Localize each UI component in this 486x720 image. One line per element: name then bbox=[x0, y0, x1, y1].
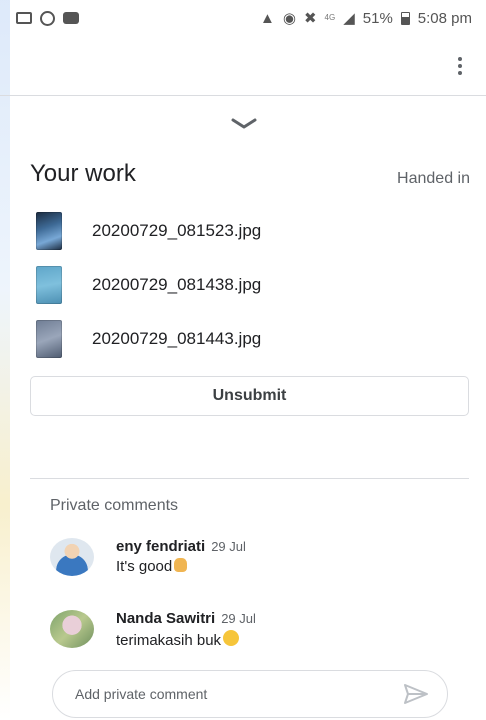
whatsapp-icon bbox=[40, 10, 55, 26]
image-thumbnail bbox=[36, 266, 62, 304]
comment-author: Nanda Sawitri bbox=[116, 610, 216, 627]
comment-text: terimakasih buk bbox=[116, 632, 222, 649]
status-bar: ▲ ◉ ✖ 4G ◢ 51% 5:08 pm bbox=[0, 0, 486, 36]
comment-date: 29 Jul bbox=[221, 611, 256, 626]
network-4g-icon: 4G bbox=[324, 13, 336, 22]
your-work-title: Your work bbox=[30, 160, 136, 187]
youtube-icon bbox=[63, 12, 79, 24]
avatar[interactable] bbox=[50, 610, 94, 648]
battery-percent: 51% bbox=[362, 9, 393, 27]
attachment-item[interactable]: 20200729_081523.jpg bbox=[36, 204, 456, 258]
comment-item: Nanda Sawitri 29 Jul terimakasih buk bbox=[50, 610, 450, 649]
app-bar bbox=[0, 36, 486, 96]
comment-date: 29 Jul bbox=[211, 539, 246, 554]
comment-text-row: It's good bbox=[116, 558, 246, 575]
attachment-name: 20200729_081523.jpg bbox=[92, 221, 262, 240]
private-comment-input[interactable] bbox=[73, 685, 401, 703]
battery-icon bbox=[400, 11, 410, 25]
more-vert-icon[interactable] bbox=[450, 52, 470, 80]
private-comment-field bbox=[52, 670, 448, 718]
status-left-icons bbox=[16, 10, 79, 26]
comment-header: Nanda Sawitri 29 Jul bbox=[116, 610, 256, 627]
attachment-name: 20200729_081438.jpg bbox=[92, 275, 262, 294]
attachment-name: 20200729_081443.jpg bbox=[92, 329, 262, 348]
clock: 5:08 pm bbox=[417, 9, 472, 27]
location-icon: ◉ bbox=[282, 9, 296, 27]
attachment-item[interactable]: 20200729_081443.jpg bbox=[36, 312, 456, 366]
comment-header: eny fendriati 29 Jul bbox=[116, 538, 246, 555]
smile-icon bbox=[223, 630, 240, 646]
chevron-down-icon[interactable] bbox=[230, 116, 258, 132]
background-edge bbox=[0, 0, 10, 720]
comment-author: eny fendriati bbox=[116, 538, 206, 555]
attachment-list: 20200729_081523.jpg 20200729_081438.jpg … bbox=[36, 204, 456, 366]
image-thumbnail bbox=[36, 212, 62, 250]
android-icon: ▲ bbox=[260, 9, 275, 27]
comment-text: It's good bbox=[116, 558, 173, 575]
image-icon bbox=[16, 12, 32, 24]
image-thumbnail bbox=[36, 320, 62, 358]
submission-status: Handed in bbox=[397, 170, 470, 187]
unsubmit-button[interactable]: Unsubmit bbox=[30, 376, 469, 416]
comment-body: eny fendriati 29 Jul It's good bbox=[116, 538, 246, 576]
avatar[interactable] bbox=[50, 538, 94, 576]
status-right-icons: ▲ ◉ ✖ 4G ◢ 51% 5:08 pm bbox=[260, 10, 472, 27]
mute-icon: ✖ bbox=[303, 9, 317, 27]
comment-body: Nanda Sawitri 29 Jul terimakasih buk bbox=[116, 610, 256, 649]
private-comments-title: Private comments bbox=[50, 497, 179, 514]
comment-text-row: terimakasih buk bbox=[116, 630, 256, 649]
thumbs-up-icon bbox=[174, 558, 188, 572]
divider bbox=[30, 478, 469, 479]
signal-icon: ◢ bbox=[343, 9, 355, 27]
comment-item: eny fendriati 29 Jul It's good bbox=[50, 538, 450, 576]
attachment-item[interactable]: 20200729_081438.jpg bbox=[36, 258, 456, 312]
send-icon[interactable] bbox=[401, 679, 431, 709]
